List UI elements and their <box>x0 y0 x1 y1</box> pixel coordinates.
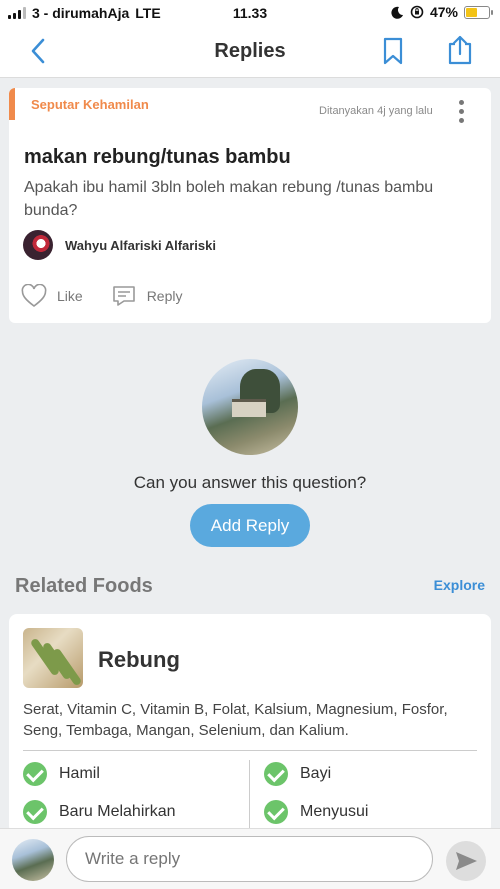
status-bar: 3 - dirumahAja LTE 11.33 47% <box>0 0 500 26</box>
comment-icon <box>112 286 135 306</box>
category-accent-bar <box>9 88 15 120</box>
battery-icon <box>464 5 493 19</box>
check-icon <box>264 762 288 786</box>
question-body: Apakah ibu hamil 3bln boleh makan rebung… <box>24 179 434 219</box>
like-label: Like <box>57 288 83 304</box>
food-tag: Menyusui <box>264 800 368 824</box>
food-tag-label: Baru Melahirkan <box>59 803 176 820</box>
page-title: Replies <box>214 40 286 62</box>
more-options-icon[interactable] <box>455 100 467 128</box>
question-actions: Like Reply <box>21 284 210 308</box>
food-tag-label: Bayi <box>300 765 332 782</box>
food-name: Rebung <box>98 647 180 672</box>
question-card: Seputar Kehamilan Ditanyakan 4j yang lal… <box>9 88 491 323</box>
author-name[interactable]: Wahyu Alfariski Alfariski <box>65 238 216 253</box>
orientation-lock-icon <box>410 5 424 19</box>
question-category[interactable]: Seputar Kehamilan <box>31 97 149 112</box>
check-icon <box>264 800 288 824</box>
answer-prompt-text: Can you answer this question? <box>133 473 367 492</box>
food-tag-label: Hamil <box>59 765 100 782</box>
reply-label: Reply <box>146 288 183 304</box>
reply-button[interactable]: Reply <box>111 284 183 308</box>
status-right: 47% <box>391 4 493 20</box>
moon-icon <box>391 6 403 19</box>
food-tag: Bayi <box>264 762 331 786</box>
send-button[interactable] <box>446 841 486 881</box>
send-icon <box>456 852 477 870</box>
nav-bar: Replies <box>0 26 500 78</box>
reply-input[interactable] <box>66 836 433 882</box>
author-avatar[interactable] <box>23 230 53 260</box>
food-tag: Hamil <box>23 762 100 786</box>
add-reply-button[interactable]: Add Reply <box>190 504 310 547</box>
related-foods-heading: Related Foods <box>15 575 153 597</box>
user-avatar-large <box>202 359 298 455</box>
check-icon <box>23 762 47 786</box>
food-tag-label: Menyusui <box>300 803 369 820</box>
share-icon[interactable] <box>444 34 476 66</box>
reply-bar <box>0 828 500 889</box>
food-nutrients: Serat, Vitamin C, Vitamin B, Folat, Kals… <box>23 701 448 739</box>
question-timestamp: Ditanyakan 4j yang lalu <box>319 105 433 117</box>
food-tag: Baru Melahirkan <box>23 800 176 824</box>
heart-icon <box>21 284 47 308</box>
column-divider <box>249 760 250 830</box>
check-icon <box>23 800 47 824</box>
like-button[interactable]: Like <box>21 284 83 308</box>
explore-link[interactable]: Explore <box>434 577 485 593</box>
battery-percent: 47% <box>429 4 458 20</box>
question-title: makan rebung/tunas bambu <box>24 146 291 168</box>
bookmark-icon[interactable] <box>378 36 408 66</box>
food-card[interactable]: Rebung Serat, Vitamin C, Vitamin B, Fola… <box>9 614 491 834</box>
question-author[interactable]: Wahyu Alfariski Alfariski <box>23 230 216 260</box>
divider <box>23 750 477 751</box>
food-image <box>23 628 83 688</box>
current-user-avatar <box>12 839 54 881</box>
